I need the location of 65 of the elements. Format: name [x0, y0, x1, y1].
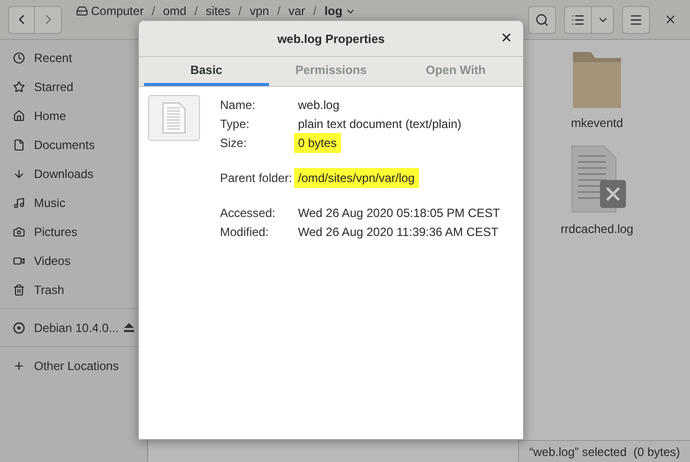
property-label: Modified: [220, 224, 270, 241]
dialog-title: web.log Properties [277, 30, 385, 48]
property-label: Type: [220, 116, 250, 133]
path-separator: / [313, 4, 316, 18]
property-value: web.log [298, 97, 340, 114]
search-button[interactable] [528, 6, 556, 34]
path-button[interactable]: omd [163, 4, 186, 18]
file-item[interactable]: mkeventd [552, 48, 642, 132]
sidebar-item[interactable]: Other Locations [0, 351, 147, 380]
sidebar-item[interactable]: Pictures [0, 217, 147, 246]
sidebar-item[interactable]: Music [0, 188, 147, 217]
star-icon [13, 80, 25, 92]
disc-icon [13, 322, 25, 334]
document-icon [13, 138, 25, 150]
file-item[interactable]: rrdcached.log [552, 144, 642, 238]
tab[interactable]: Basic [144, 57, 269, 86]
property-label: Accessed: [220, 205, 276, 222]
file-name: mkeventd [570, 115, 624, 132]
download-icon [13, 168, 25, 180]
home-icon [13, 110, 25, 122]
property-value: plain text document (text/plain) [298, 116, 462, 133]
path-button[interactable]: var [288, 4, 306, 18]
search-icon [535, 12, 549, 26]
path-button[interactable]: Computer [76, 4, 144, 18]
music-icon [13, 196, 25, 208]
camera-icon [13, 226, 25, 238]
video-icon [13, 254, 25, 266]
sidebar-item[interactable]: Recent [0, 43, 147, 72]
drive-icon [76, 5, 88, 17]
sidebar-item[interactable]: Documents [0, 130, 147, 159]
sidebar-item[interactable]: Videos [0, 246, 147, 275]
path-separator: / [238, 4, 242, 18]
property-value: 0 bytes [294, 133, 341, 153]
list-icon [571, 12, 585, 26]
close-icon [664, 13, 676, 26]
trash-icon [13, 284, 25, 296]
clock-icon [13, 52, 25, 64]
property-value: Wed 26 Aug 2020 05:18:05 PM CEST [298, 205, 500, 222]
property-label: Size: [220, 135, 248, 152]
path-button[interactable]: vpn [250, 4, 270, 18]
path-button[interactable]: log [324, 4, 356, 18]
close-button[interactable] [500, 31, 513, 44]
close-icon [500, 31, 513, 44]
status-bar: “web.log” selected (0 bytes) [518, 440, 690, 462]
menu-icon [629, 12, 643, 26]
path-separator: / [194, 4, 198, 18]
view-button[interactable] [564, 6, 592, 34]
property-label: Name: [220, 97, 256, 114]
document-icon [162, 102, 186, 134]
sidebar-item[interactable]: Starred [0, 72, 147, 101]
sidebar-item[interactable]: Trash [0, 275, 147, 304]
property-value: Wed 26 Aug 2020 11:39:36 AM CEST [298, 224, 498, 241]
sidebar-item[interactable]: Debian 10.4.0... [13, 318, 119, 336]
menu-button[interactable] [622, 6, 650, 34]
path-button[interactable]: sites [206, 4, 230, 18]
path-separator: / [152, 4, 156, 18]
file-name: rrdcached.log [560, 221, 634, 238]
sidebar-item[interactable]: Downloads [0, 159, 147, 188]
back-button[interactable] [8, 6, 35, 34]
property-label: Parent folder: [220, 170, 294, 187]
path-separator: / [277, 4, 280, 18]
property-value: /omd/sites/vpn/var/log [294, 168, 419, 188]
plus-icon [13, 360, 25, 372]
eject-button[interactable] [124, 323, 134, 332]
sidebar-item[interactable]: Home [0, 101, 147, 130]
